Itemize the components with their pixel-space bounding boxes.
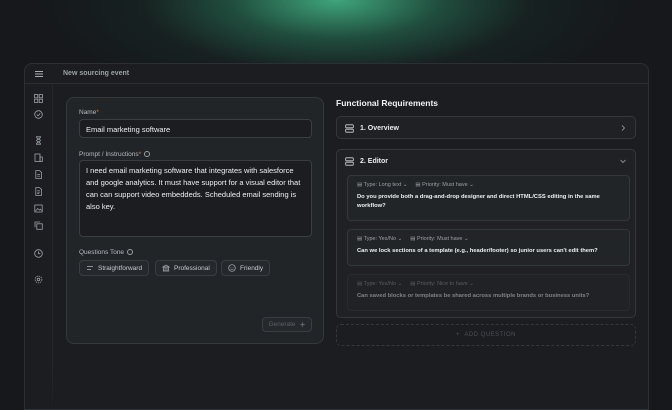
info-icon[interactable] bbox=[144, 151, 151, 157]
tone-friendly-button[interactable]: Friendly bbox=[221, 260, 271, 276]
app-window: New sourcing event Name* Email marketing… bbox=[24, 63, 649, 410]
info-icon[interactable] bbox=[127, 249, 134, 255]
chevron-right-icon[interactable] bbox=[619, 124, 627, 132]
check-circle-icon[interactable] bbox=[33, 109, 44, 120]
bank-icon bbox=[162, 264, 170, 272]
question-card[interactable]: ▤ Type: Yes/No ⌄ ▤ Priority: Nice to hav… bbox=[347, 274, 630, 311]
priority-dropdown[interactable]: ▤ Priority: Must have ⌄ bbox=[410, 236, 468, 242]
add-question-button[interactable]: + ADD QUESTION bbox=[336, 324, 636, 346]
stack-icon bbox=[345, 123, 354, 133]
type-dropdown[interactable]: ▤ Type: Long text ⌄ bbox=[357, 182, 407, 188]
settings-icon[interactable] bbox=[33, 274, 44, 285]
sidebar bbox=[25, 84, 53, 409]
question-card[interactable]: ▤ Type: Yes/No ⌄ ▤ Priority: Must have ⌄… bbox=[347, 229, 630, 266]
requirements-title: Functional Requirements bbox=[336, 98, 439, 108]
hourglass-icon[interactable] bbox=[33, 135, 44, 146]
clock-icon[interactable] bbox=[33, 248, 44, 259]
title-bar: New sourcing event bbox=[25, 64, 648, 84]
image-icon[interactable] bbox=[33, 203, 44, 214]
question-text: Can saved blocks or templates be shared … bbox=[357, 293, 590, 299]
priority-dropdown[interactable]: ▤ Priority: Nice to have ⌄ bbox=[410, 281, 474, 287]
tone-straightforward-button[interactable]: Straightforward bbox=[79, 260, 150, 276]
section-editor-header[interactable]: 2. Editor bbox=[337, 150, 635, 172]
question-card[interactable]: ▤ Type: Long text ⌄ ▤ Priority: Must hav… bbox=[347, 175, 630, 221]
lines-icon bbox=[87, 266, 93, 270]
chevron-down-icon[interactable] bbox=[619, 157, 627, 165]
building-icon[interactable] bbox=[33, 152, 44, 163]
menu-icon[interactable] bbox=[25, 64, 53, 84]
type-dropdown[interactable]: ▤ Type: Yes/No ⌄ bbox=[357, 281, 402, 287]
smiley-icon bbox=[228, 264, 236, 272]
window-title: New sourcing event bbox=[63, 70, 130, 77]
prompt-label: Prompt / Instructions* bbox=[79, 151, 151, 158]
name-label: Name* bbox=[79, 109, 99, 116]
question-text: Can we lock sections of a template (e.g.… bbox=[357, 248, 598, 254]
bottom-fade bbox=[25, 364, 648, 409]
sourcing-form-card: Name* Email marketing software Prompt / … bbox=[66, 97, 324, 344]
prompt-textarea[interactable]: I need email marketing software that int… bbox=[79, 160, 312, 237]
copy-icon[interactable] bbox=[33, 220, 44, 231]
layout-icon[interactable] bbox=[33, 93, 44, 104]
name-field[interactable]: Email marketing software bbox=[79, 119, 312, 138]
file-icon[interactable] bbox=[33, 169, 44, 180]
section-editor: 2. Editor ▤ Type: Long text ⌄ ▤ Priority… bbox=[336, 149, 636, 318]
tone-label: Questions Tone bbox=[79, 249, 134, 256]
type-dropdown[interactable]: ▤ Type: Yes/No ⌄ bbox=[357, 236, 402, 242]
sparkle-icon bbox=[298, 321, 306, 328]
stack-icon bbox=[345, 156, 354, 166]
priority-dropdown[interactable]: ▤ Priority: Must have ⌄ bbox=[415, 182, 473, 188]
section-overview[interactable]: 1. Overview bbox=[336, 116, 636, 139]
question-text: Do you provide both a drag-and-drop desi… bbox=[357, 194, 600, 209]
tone-professional-button[interactable]: Professional bbox=[155, 260, 217, 276]
generate-button[interactable]: Generate bbox=[262, 317, 312, 332]
document-icon[interactable] bbox=[33, 186, 44, 197]
